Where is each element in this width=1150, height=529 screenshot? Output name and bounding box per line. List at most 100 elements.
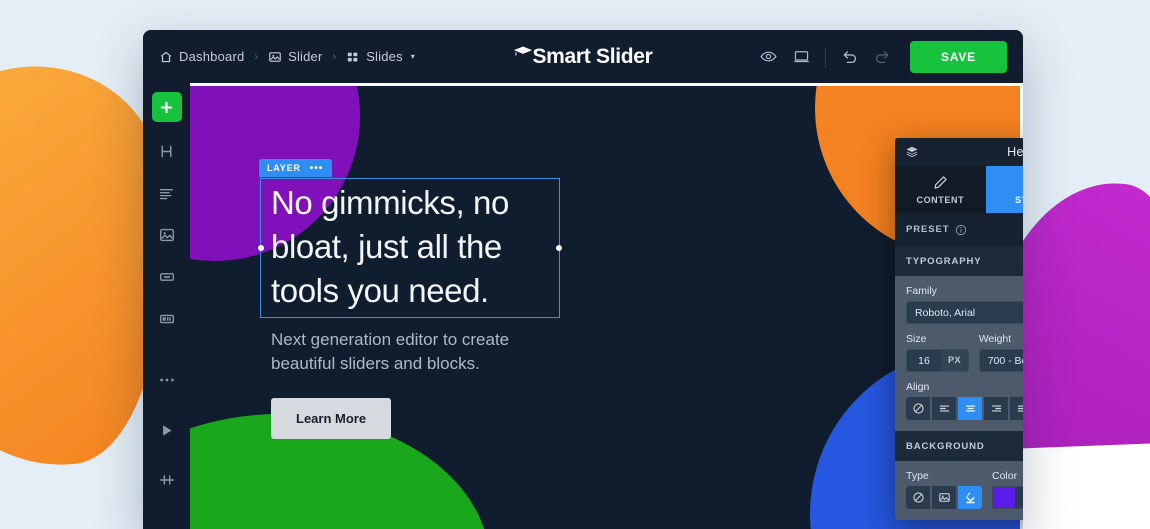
app-window: Dashboard › Slider › Slides ▾ Smart Slid… (143, 30, 1023, 529)
panel-title: Heading (1007, 145, 1023, 159)
weight-value: 700 - Bold (987, 354, 1023, 367)
layer-badge[interactable]: LAYER ••• (259, 159, 333, 177)
breadcrumb-label: Slides (366, 49, 403, 64)
selected-layer[interactable]: LAYER ••• No gimmicks, no bloat, just al… (258, 159, 562, 318)
bg-type-color-row: Type Color (906, 470, 1023, 509)
align-button-group (906, 397, 1023, 420)
breadcrumb-item-slider[interactable]: Slider (268, 49, 322, 64)
save-button[interactable]: SAVE (910, 40, 1007, 73)
bg-type-button-group (906, 486, 982, 509)
align-justify-button[interactable] (1010, 397, 1023, 420)
play-icon[interactable] (152, 415, 182, 445)
slide-subtitle[interactable]: Next generation editor to create beautif… (260, 328, 560, 376)
tab-content[interactable]: CONTENT (895, 166, 986, 213)
resize-handle-right[interactable] (556, 244, 562, 251)
paint-roller-icon (1023, 174, 1024, 191)
panel-tabs: CONTENT STYLE ANIMATION (895, 166, 1023, 213)
align-field-group: Align (906, 381, 1023, 420)
toolbar-divider (825, 46, 826, 67)
font-size-input[interactable]: 16 PX (906, 349, 969, 372)
align-center-button[interactable] (958, 397, 982, 420)
bg-type-label: Type (906, 470, 929, 482)
tab-style[interactable]: STYLE (985, 166, 1024, 213)
weight-label: Weight (978, 333, 1012, 345)
top-bar-actions: SAVE (759, 40, 1007, 73)
top-bar: Dashboard › Slider › Slides ▾ Smart Slid… (143, 30, 1023, 83)
align-left-button[interactable] (932, 397, 956, 420)
layer-menu-icon[interactable]: ••• (310, 163, 324, 173)
breadcrumb: Dashboard › Slider › Slides ▾ (159, 49, 415, 64)
breadcrumb-item-slides[interactable]: Slides ▾ (346, 49, 415, 64)
breadcrumb-label: Dashboard (179, 49, 245, 64)
bg-image-button[interactable] (932, 486, 956, 509)
align-decoration-row: Align (906, 381, 1023, 420)
panel-header: Heading (895, 138, 1023, 166)
ellipsis-icon[interactable] (152, 365, 182, 395)
size-value[interactable]: 16 (907, 355, 941, 367)
tab-label: CONTENT (916, 195, 965, 205)
pencil-icon (932, 174, 949, 191)
breadcrumb-label: Slider (288, 49, 323, 64)
background-section-body: Type Color (895, 461, 1023, 520)
desktop-icon[interactable] (792, 47, 811, 66)
resize-handle-left[interactable] (258, 244, 264, 251)
text-lines-tool-icon[interactable] (152, 178, 182, 208)
heading-tool-icon[interactable] (152, 136, 182, 166)
home-icon (159, 50, 173, 64)
image-icon (268, 50, 282, 64)
learn-more-button[interactable]: Learn More (271, 397, 392, 439)
bg-color-value[interactable]: 5B1BE9FF (1015, 492, 1023, 504)
grid-icon (346, 50, 360, 64)
align-label: Align (906, 381, 930, 393)
image-tool-icon[interactable] (152, 220, 182, 250)
logo-text: Smart Slider (532, 44, 653, 68)
settings-panel: Heading CONTENT (895, 138, 1023, 520)
preset-row: PRESET (895, 213, 1023, 246)
font-family-input[interactable]: Roboto, Arial (906, 301, 1023, 324)
weight-field-group: Weight 700 - Bold ▲▼ (978, 333, 1023, 372)
align-none-button[interactable] (906, 397, 930, 420)
font-weight-select[interactable]: 700 - Bold ▲▼ (978, 349, 1023, 372)
section-title: TYPOGRAPHY (906, 255, 982, 267)
add-layer-button[interactable] (151, 92, 182, 122)
info-icon[interactable] (955, 224, 967, 236)
typography-section-body: Family Roboto, Arial Color FFFFFFFF Size… (895, 276, 1023, 431)
graduation-cap-icon (513, 45, 533, 59)
size-label: Size (906, 333, 927, 345)
redo-icon[interactable] (873, 47, 892, 66)
bg-none-button[interactable] (906, 486, 930, 509)
family-label: Family (906, 285, 937, 297)
bg-color-button[interactable] (958, 486, 982, 509)
family-color-row: Family Roboto, Arial Color FFFFFFFF (906, 285, 1023, 324)
layer-badge-label: LAYER (267, 163, 301, 173)
button-tool-icon[interactable] (152, 262, 182, 292)
bg-type-field-group: Type (906, 470, 982, 509)
preset-label: PRESET (906, 224, 950, 235)
layers-icon[interactable] (905, 145, 919, 159)
eye-icon[interactable] (759, 47, 778, 66)
bg-color-swatch[interactable] (993, 487, 1015, 508)
breadcrumb-item-dashboard[interactable]: Dashboard (159, 49, 244, 64)
breadcrumb-separator: › (332, 50, 337, 63)
align-right-button[interactable] (984, 397, 1008, 420)
family-field-group: Family Roboto, Arial (906, 285, 1023, 324)
background-section-header: BACKGROUND Normal ▼ (895, 431, 1023, 461)
size-field-group: Size 16 PX (906, 333, 969, 372)
slide-headline[interactable]: No gimmicks, no bloat, just all the tool… (271, 181, 553, 313)
size-weight-lineheight-row: Size 16 PX Weight 700 - Bold ▲▼ Line hei… (906, 333, 1023, 372)
typography-section-header: TYPOGRAPHY Normal ▼ (895, 246, 1023, 276)
bg-color-label: Color (992, 470, 1018, 482)
slide-content: LAYER ••• No gimmicks, no bloat, just al… (258, 159, 562, 439)
timeline-icon[interactable] (152, 465, 182, 495)
left-toolbar-bottom (152, 365, 182, 529)
app-body: LAYER ••• No gimmicks, no bloat, just al… (143, 83, 1023, 529)
columns-tool-icon[interactable] (152, 304, 182, 334)
undo-icon[interactable] (840, 47, 859, 66)
layer-selection-frame: No gimmicks, no bloat, just all the tool… (258, 178, 562, 318)
section-title: BACKGROUND (906, 440, 985, 452)
size-unit[interactable]: PX (941, 350, 968, 371)
left-toolbar (143, 83, 190, 529)
bg-color-field-group: Color 5B1BE9FF (992, 470, 1023, 509)
breadcrumb-separator: › (254, 50, 259, 63)
bg-color-field[interactable]: 5B1BE9FF (992, 486, 1023, 509)
